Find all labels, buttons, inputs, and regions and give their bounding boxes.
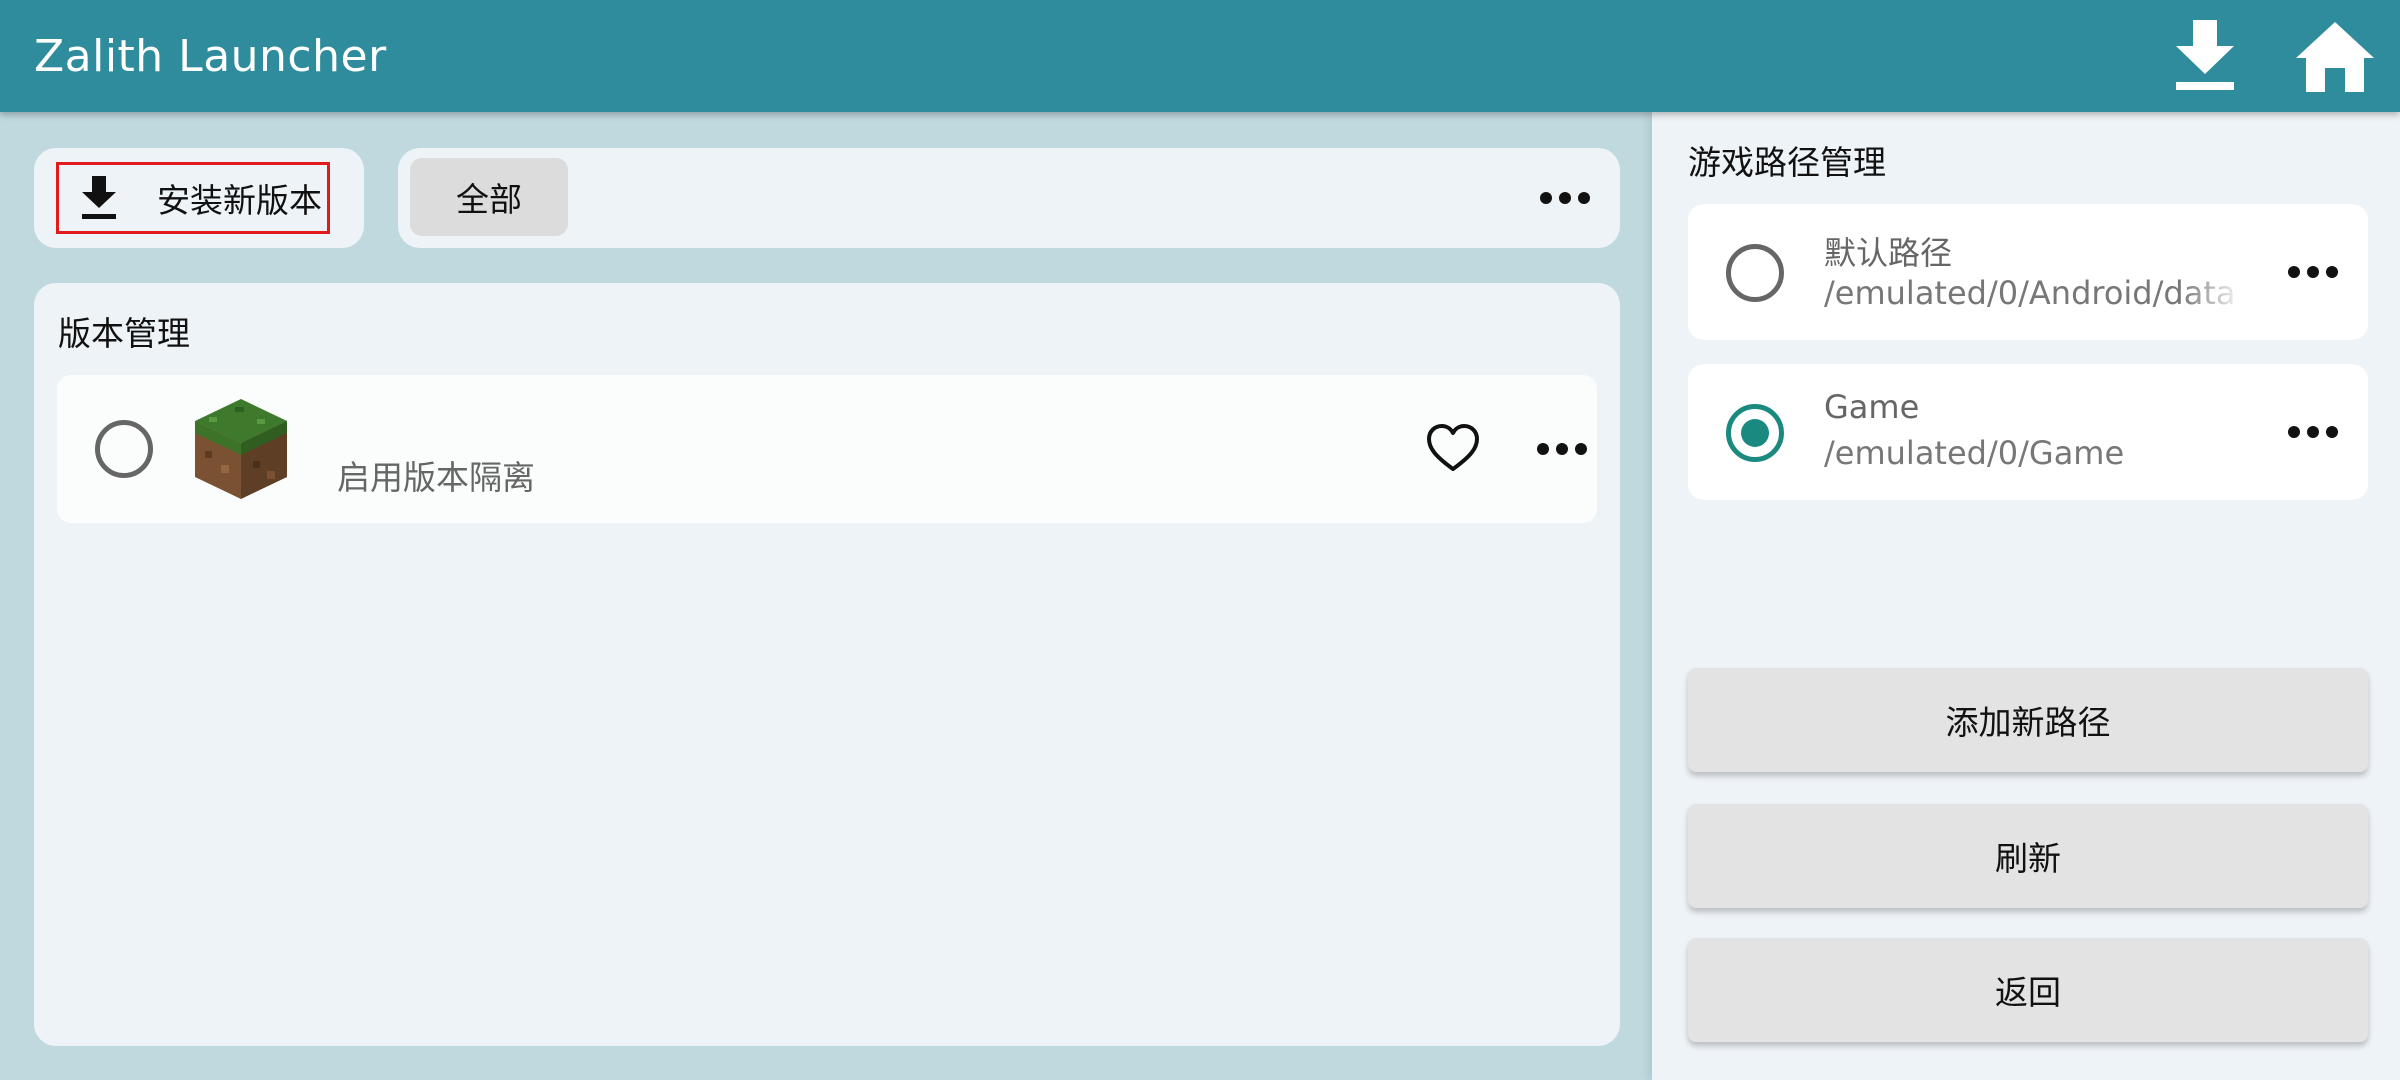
download-icon [71,176,127,220]
add-new-path-button[interactable]: 添加新路径 [1688,668,2368,772]
path-item-game[interactable]: Game /emulated/0/Game [1688,364,2368,500]
install-new-version-label: 安装新版本 [157,181,322,220]
home-icon [2296,22,2374,92]
path-radio[interactable] [1726,244,1784,302]
more-horizontal-icon[interactable] [1527,429,1597,469]
download-button[interactable] [2140,0,2270,112]
app-title: Zalith Launcher [34,30,387,82]
top-actions [2140,0,2400,112]
back-button[interactable]: 返回 [1688,938,2368,1042]
path-item-default[interactable]: 默认路径 /emulated/0/Android/data [1688,204,2368,340]
version-management-panel: 版本管理 启用版本隔离 [34,283,1620,1046]
panel-title: 版本管理 [58,314,190,353]
filter-card: 全部 [398,148,1620,248]
sidebar-title: 游戏路径管理 [1688,143,1886,182]
version-radio[interactable] [95,420,153,478]
top-app-bar: Zalith Launcher [0,0,2400,112]
more-horizontal-icon[interactable] [1530,178,1600,218]
install-card: 安装新版本 [34,148,364,248]
path-name: Game [1824,388,1920,426]
version-isolation-label: 启用版本隔离 [337,458,535,497]
path-value: /emulated/0/Game [1824,434,2125,472]
path-value: /emulated/0/Android/data [1824,274,2236,312]
heart-icon[interactable] [1425,421,1481,477]
refresh-button[interactable]: 刷新 [1688,804,2368,908]
game-path-sidebar: 游戏路径管理 默认路径 /emulated/0/Android/data Gam… [1652,112,2400,1080]
version-row[interactable]: 启用版本隔离 [57,375,1597,523]
grass-block-icon [195,399,287,499]
path-radio-selected[interactable] [1726,404,1784,462]
more-horizontal-icon[interactable] [2278,252,2348,292]
filter-chip-all[interactable]: 全部 [410,158,568,236]
path-name: 默认路径 [1824,234,1953,272]
more-horizontal-icon[interactable] [2278,412,2348,452]
install-new-version-button[interactable]: 安装新版本 [56,162,330,234]
download-icon [2176,20,2234,90]
home-button[interactable] [2270,0,2400,112]
